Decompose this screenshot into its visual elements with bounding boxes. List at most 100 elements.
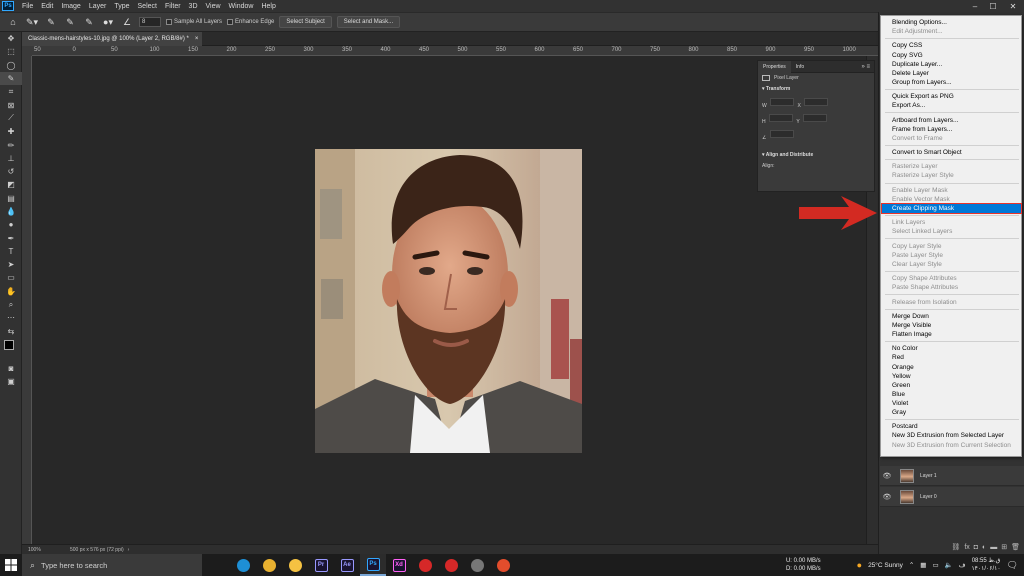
- height-field[interactable]: [769, 114, 794, 122]
- menu-view[interactable]: View: [202, 3, 225, 10]
- add-to-selection-icon[interactable]: ✎: [63, 15, 77, 29]
- taskbar-app-chrome[interactable]: [256, 554, 282, 576]
- taskbar-app-red-app[interactable]: [490, 554, 516, 576]
- menu-image[interactable]: Image: [57, 3, 84, 10]
- context-menu-item[interactable]: Duplicate Layer...: [882, 60, 1021, 69]
- context-menu-item[interactable]: Artboard from Layers...: [882, 116, 1021, 125]
- taskbar-app-after-effects[interactable]: Ae: [334, 554, 360, 576]
- brush-tool-icon[interactable]: ✏: [0, 138, 22, 151]
- context-menu-item[interactable]: Merge Visible: [882, 321, 1021, 330]
- context-menu-item[interactable]: Blending Options...: [882, 18, 1021, 27]
- adjustment-layer-icon[interactable]: ◐: [982, 544, 986, 551]
- select-and-mask-button[interactable]: Select and Mask...: [336, 16, 401, 28]
- volume-icon[interactable]: 🔈: [945, 561, 953, 569]
- context-menu-item[interactable]: Green: [882, 381, 1021, 390]
- tray-chevron-icon[interactable]: ⌃: [909, 561, 914, 569]
- context-menu-item[interactable]: Yellow: [882, 372, 1021, 381]
- more-tools-icon[interactable]: ⋯: [0, 311, 22, 324]
- rectangle-tool-icon[interactable]: ▭: [0, 271, 22, 284]
- tab-properties[interactable]: Properties: [758, 60, 791, 73]
- context-menu-item[interactable]: Postcard: [882, 422, 1021, 431]
- context-menu-item[interactable]: Convert to Smart Object: [882, 148, 1021, 157]
- panel-menu-icon[interactable]: » ≡: [861, 64, 874, 70]
- context-menu-item[interactable]: Copy CSS: [882, 41, 1021, 50]
- close-button[interactable]: ✕: [1006, 0, 1020, 12]
- transform-header[interactable]: ▾ Transform: [758, 83, 874, 95]
- eyedropper-tool-icon[interactable]: ⟋: [0, 112, 22, 125]
- menu-filter[interactable]: Filter: [161, 3, 185, 10]
- new-selection-icon[interactable]: ✎: [44, 15, 58, 29]
- x-field[interactable]: [804, 98, 829, 106]
- context-menu-item[interactable]: New 3D Extrusion from Selected Layer: [882, 431, 1021, 440]
- subtract-selection-icon[interactable]: ✎: [82, 15, 96, 29]
- visibility-eye-icon[interactable]: 👁: [880, 472, 894, 480]
- link-layers-icon[interactable]: ⛓: [951, 543, 960, 551]
- zoom-level[interactable]: 100%: [28, 547, 64, 553]
- brush-size-field[interactable]: 8: [139, 17, 161, 27]
- home-icon[interactable]: ⌂: [6, 15, 20, 29]
- context-menu-item[interactable]: Orange: [882, 363, 1021, 372]
- menu-select[interactable]: Select: [134, 3, 161, 10]
- history-brush-tool-icon[interactable]: ↺: [0, 165, 22, 178]
- context-menu-item[interactable]: No Color: [882, 344, 1021, 353]
- taskbar-app-xd[interactable]: Xd: [386, 554, 412, 576]
- document-tab[interactable]: Classic-mens-hairstyles-10.jpg @ 100% (L…: [22, 32, 202, 46]
- context-menu-item[interactable]: Create Clipping Mask: [881, 202, 1022, 214]
- layer-row[interactable]: 👁 Layer 1: [880, 466, 1024, 486]
- dodge-tool-icon[interactable]: ●: [0, 218, 22, 231]
- context-menu-item[interactable]: Delete Layer: [882, 69, 1021, 78]
- clone-stamp-tool-icon[interactable]: ⊥: [0, 152, 22, 165]
- quick-mask-icon[interactable]: ◙: [0, 362, 22, 375]
- portrait-photo[interactable]: [315, 149, 582, 453]
- lasso-tool-icon[interactable]: ◯: [0, 59, 22, 72]
- screen-mode-icon[interactable]: ▣: [0, 375, 22, 388]
- context-menu-item[interactable]: Copy SVG: [882, 51, 1021, 60]
- menu-layer[interactable]: Layer: [85, 3, 111, 10]
- menu-file[interactable]: File: [18, 3, 37, 10]
- color-swatches[interactable]: [0, 338, 21, 362]
- new-group-icon[interactable]: ▬: [990, 544, 997, 551]
- menu-edit[interactable]: Edit: [37, 3, 57, 10]
- context-menu-item[interactable]: Group from Layers...: [882, 78, 1021, 87]
- menu-window[interactable]: Window: [225, 3, 258, 10]
- tab-info[interactable]: Info: [791, 61, 809, 73]
- context-menu-item[interactable]: Violet: [882, 399, 1021, 408]
- context-menu-item[interactable]: Red: [882, 353, 1021, 362]
- delete-layer-icon[interactable]: 🗑: [1011, 543, 1020, 551]
- zoom-tool-icon[interactable]: ⌕: [0, 298, 22, 311]
- brush-options-icon[interactable]: ●▾: [101, 15, 115, 29]
- minimize-button[interactable]: –: [968, 0, 982, 12]
- status-arrow-icon[interactable]: ›: [128, 547, 130, 553]
- context-menu-item[interactable]: Gray: [882, 408, 1021, 417]
- menu-help[interactable]: Help: [257, 3, 279, 10]
- frame-tool-icon[interactable]: ⊠: [0, 98, 22, 111]
- menu-3d[interactable]: 3D: [185, 3, 202, 10]
- healing-brush-tool-icon[interactable]: ✚: [0, 125, 22, 138]
- gradient-tool-icon[interactable]: ▤: [0, 192, 22, 205]
- context-menu-item[interactable]: Frame from Layers...: [882, 125, 1021, 134]
- quick-selection-preset-icon[interactable]: ✎▾: [25, 15, 39, 29]
- angle-field[interactable]: [769, 130, 794, 138]
- taskbar-app-edge[interactable]: [230, 554, 256, 576]
- taskbar-app-shield[interactable]: [412, 554, 438, 576]
- notifications-icon[interactable]: 🗨: [1007, 560, 1018, 571]
- select-subject-button[interactable]: Select Subject: [279, 16, 332, 28]
- move-tool-icon[interactable]: ✥: [0, 32, 22, 45]
- context-menu-item[interactable]: Quick Export as PNG: [882, 92, 1021, 101]
- marquee-tool-icon[interactable]: ⬚: [0, 45, 22, 58]
- eraser-tool-icon[interactable]: ◩: [0, 178, 22, 191]
- visibility-eye-icon[interactable]: 👁: [880, 493, 894, 501]
- close-tab-icon[interactable]: ×: [195, 36, 199, 42]
- align-header[interactable]: ▾ Align and Distribute: [758, 149, 874, 161]
- context-menu-item[interactable]: Blue: [882, 390, 1021, 399]
- add-mask-icon[interactable]: ◘: [974, 544, 978, 551]
- network-icon[interactable]: ▭: [932, 561, 938, 569]
- taskbar-app-record[interactable]: [438, 554, 464, 576]
- weather-text[interactable]: 25°C Sunny: [868, 562, 903, 569]
- clock[interactable]: 08:55 ق.ظ ۱۴۰۱/۰۶/۱۰: [971, 557, 1000, 573]
- tray-app-icon[interactable]: ▦: [920, 561, 926, 569]
- path-selection-tool-icon[interactable]: ➤: [0, 258, 22, 271]
- start-button[interactable]: [0, 554, 22, 576]
- taskbar-app-explorer[interactable]: [282, 554, 308, 576]
- fx-icon[interactable]: fx: [964, 544, 969, 551]
